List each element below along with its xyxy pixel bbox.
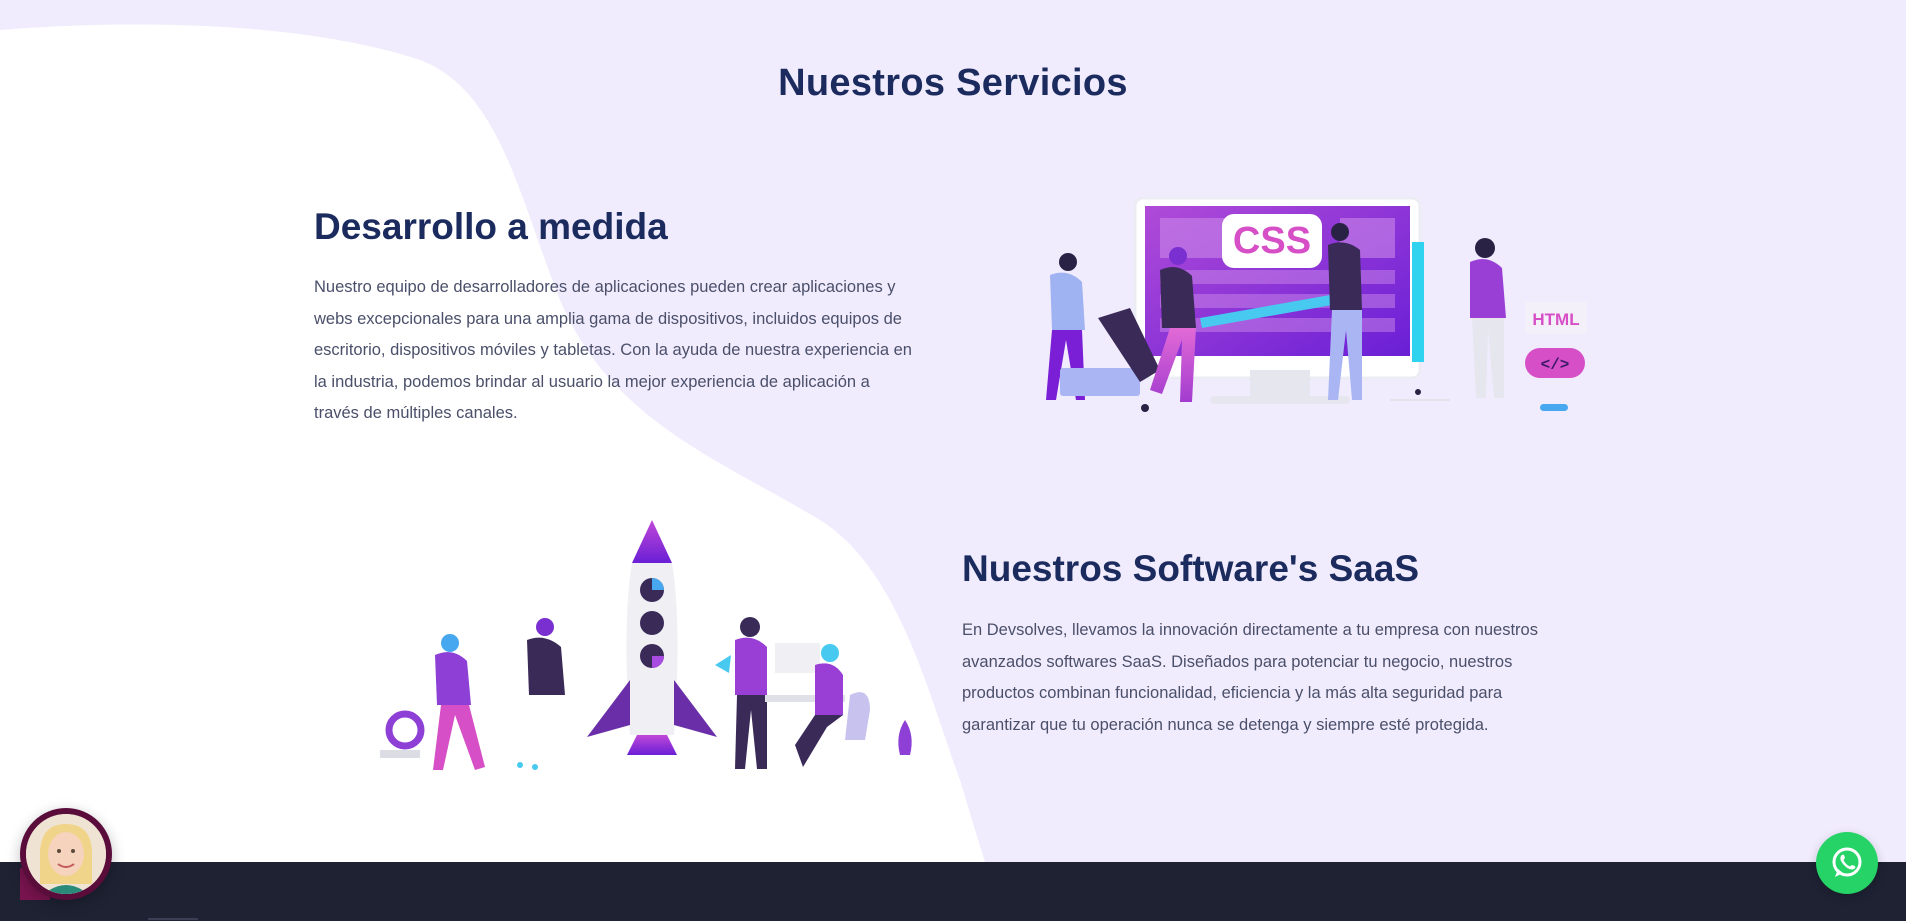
section-title: Nuestros Servicios	[778, 62, 1128, 104]
footer-divider	[148, 918, 198, 920]
avatar-icon	[26, 814, 106, 894]
whatsapp-icon	[1832, 847, 1862, 877]
code-label: </>	[1541, 356, 1570, 374]
footer-bar	[0, 862, 1906, 921]
web-development-illustration: CSS HTML </>	[1046, 196, 1587, 412]
whatsapp-button[interactable]	[1816, 832, 1878, 894]
saas-rocket-illustration	[380, 520, 912, 770]
service-description-custom-dev: Nuestro equipo de desarrolladores de apl…	[314, 278, 912, 422]
css-label: CSS	[1233, 220, 1311, 262]
service-description-saas: En Devsolves, llevamos la innovación dir…	[962, 621, 1538, 734]
background-wave	[0, 24, 985, 862]
service-title-saas: Nuestros Software's SaaS	[962, 548, 1420, 589]
chat-avatar-button[interactable]	[20, 808, 112, 900]
html-label: HTML	[1532, 310, 1579, 329]
service-title-custom-dev: Desarrollo a medida	[314, 206, 668, 247]
